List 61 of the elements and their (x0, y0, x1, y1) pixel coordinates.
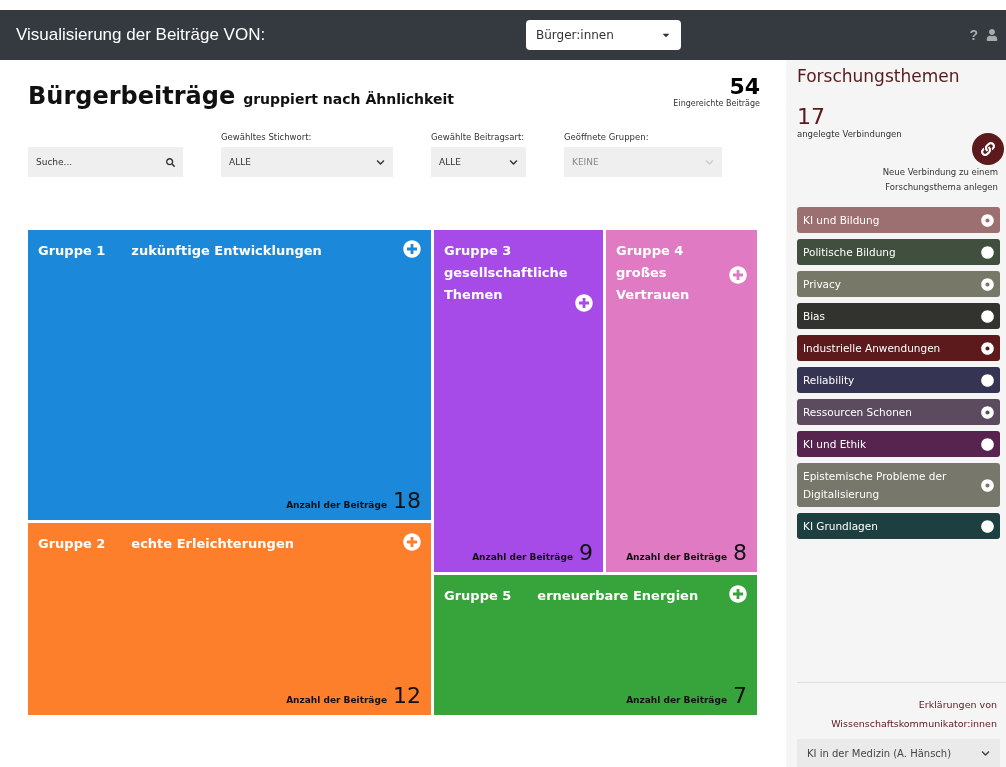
chevron-icon (376, 157, 385, 167)
filter-select[interactable]: ALLE (221, 147, 393, 177)
topic-item[interactable]: KI und Bildung (797, 207, 1000, 233)
filter-label: Gewähltes Stichwort: (221, 132, 313, 142)
group-count: 7 (733, 685, 747, 707)
page-title: Visualisierung der Beiträge VON: (16, 25, 267, 45)
group-count: 9 (579, 542, 593, 564)
search-icon (166, 157, 175, 167)
count-label: Eingereichte Beiträge (673, 99, 760, 108)
help-link[interactable]: ? (969, 27, 978, 43)
group-tile[interactable]: Gruppe 2 echte Erleichterungen Anzahl der Beiträge 12 (28, 523, 431, 715)
explanations-title: Erklärungen von Wissenschaftskommunikator:innen (830, 698, 997, 731)
count-label: Anzahl der Beiträge (626, 695, 727, 705)
group-count: 18 (393, 490, 421, 512)
user-icon[interactable] (986, 29, 998, 41)
expand-icon[interactable] (403, 533, 421, 551)
expand-icon[interactable] (729, 266, 747, 284)
topic-item[interactable]: Epistemische Probleme der Digitalisierung (797, 463, 1000, 507)
topic-item[interactable]: Bias (797, 303, 1000, 329)
connection-count: 17 (797, 104, 826, 129)
main-heading: Bürgerbeiträge gruppiert nach Ähnlichkeit (28, 82, 454, 110)
group-tile[interactable]: Gruppe 4 großes Vertrauen Anzahl der Beiträge 8 (606, 230, 757, 572)
topic-item[interactable]: KI Grundlagen (797, 513, 1000, 539)
group-count: 8 (733, 542, 747, 564)
role-select[interactable]: Bürger:innen (526, 20, 681, 50)
group-tile[interactable]: Gruppe 3 gesellschaftliche Themen Anzahl der Beiträge 9 (434, 230, 603, 572)
new-connection-text: Neue Verbindung zu einem Forschungsthema anlegen (881, 166, 998, 194)
expand-icon[interactable] (575, 294, 593, 312)
group-title: Gruppe 4 großes Vertrauen (616, 242, 691, 304)
topic-item[interactable]: KI und Ethik (797, 431, 1000, 457)
explanation-select[interactable]: KI in der Medizin (A. Hänsch) (797, 739, 1000, 767)
count-label: Anzahl der Beiträge (626, 552, 727, 562)
link-button[interactable] (972, 133, 1004, 165)
search-field[interactable]: Suche... (28, 147, 183, 177)
expand-icon[interactable] (729, 585, 747, 603)
group-tile[interactable]: Gruppe 5 erneuerbare Energien Anzahl der Beiträge 7 (434, 575, 757, 715)
chevron-icon (509, 157, 518, 167)
group-title: Gruppe 3 gesellschaftliche Themen (444, 242, 569, 304)
group-count: 12 (393, 685, 421, 707)
contribution-count: 54 (729, 74, 760, 99)
group-tile[interactable]: Gruppe 1 zukünftige Entwicklungen Anzahl der Beiträge 18 (28, 230, 431, 520)
topic-item[interactable]: Politische Bildung (797, 239, 1000, 265)
group-title: Gruppe 2 echte Erleichterungen (38, 535, 294, 553)
topic-item[interactable]: Ressourcen Schonen (797, 399, 1000, 425)
count-label: Anzahl der Beiträge (472, 552, 573, 562)
count-label: Anzahl der Beiträge (286, 695, 387, 705)
topic-item[interactable]: Reliability (797, 367, 1000, 393)
filter-label: Geöffnete Gruppen: (564, 132, 650, 142)
chevron-icon (705, 157, 714, 167)
link-icon (981, 142, 995, 156)
sidebar-title: Forschungsthemen (797, 66, 961, 86)
count-label: angelegte Verbindungen (797, 129, 903, 139)
filter-label: Gewählte Beitragsart: (431, 132, 526, 142)
count-label: Anzahl der Beiträge (286, 500, 387, 510)
chevron-icon (981, 748, 990, 758)
expand-icon[interactable] (403, 240, 421, 258)
topic-item[interactable]: Industrielle Anwendungen (797, 335, 1000, 361)
filter-select[interactable]: ALLE (431, 147, 526, 177)
group-title: Gruppe 5 erneuerbare Energien (444, 587, 699, 605)
group-title: Gruppe 1 zukünftige Entwicklungen (38, 242, 322, 260)
topic-item[interactable]: Privacy (797, 271, 1000, 297)
